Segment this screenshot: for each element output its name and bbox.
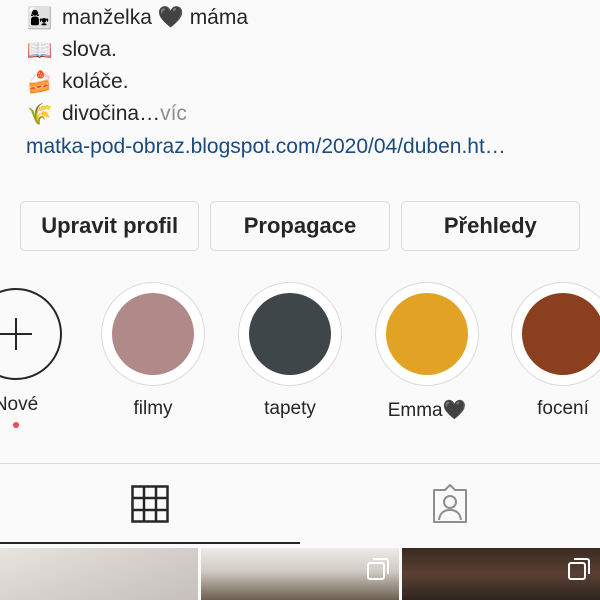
highlight-new[interactable]: Nové — [0, 282, 71, 428]
bio-text: manželka 🖤 máma — [62, 6, 249, 29]
story-highlights: Nové filmy tapety Emma🖤 focení — [0, 282, 600, 428]
new-indicator-dot — [13, 422, 19, 428]
highlight-cover — [112, 293, 194, 375]
edit-profile-button[interactable]: Upravit profil — [20, 201, 200, 251]
highlight-ring[interactable] — [511, 282, 600, 386]
highlight-cover — [386, 293, 468, 375]
wheat-emoji-icon: 🌾 — [26, 102, 54, 126]
insights-button[interactable]: Přehledy — [400, 201, 580, 251]
highlight-ring[interactable] — [375, 282, 479, 386]
multiple-posts-icon — [367, 558, 389, 580]
bio-more-link[interactable]: víc — [160, 98, 187, 130]
bio-line: 🌾 divočina… víc — [26, 98, 596, 130]
highlight-label: Nové — [0, 394, 39, 415]
highlight-item[interactable]: focení — [508, 282, 600, 420]
highlight-ring[interactable] — [238, 282, 342, 386]
tagged-person-icon — [433, 484, 467, 523]
highlight-label: filmy — [133, 398, 173, 419]
highlight-ring[interactable] — [101, 282, 205, 386]
highlight-item[interactable]: Emma🖤 — [372, 282, 482, 422]
post-thumbnail[interactable] — [402, 548, 600, 600]
bio-ellipsis: … — [139, 102, 161, 125]
highlight-cover — [249, 293, 331, 375]
bio-website-link[interactable]: matka-pod-obraz.blogspot.com/2020/04/dub… — [26, 133, 506, 161]
highlight-label: tapety — [264, 398, 316, 419]
family-emoji-icon: 👩‍👧 — [26, 6, 54, 30]
tab-tagged[interactable] — [300, 464, 600, 544]
posts-grid — [0, 548, 600, 600]
bio-line: 👩‍👧 manželka 🖤 máma — [26, 2, 596, 34]
active-tab-indicator — [0, 542, 300, 544]
highlight-cover — [522, 293, 600, 375]
bio-line: 📖 slova. — [26, 34, 596, 66]
post-thumbnail[interactable] — [201, 548, 399, 600]
highlight-label: Emma🖤 — [387, 400, 467, 421]
book-emoji-icon: 📖 — [26, 38, 54, 62]
new-highlight-circle[interactable] — [0, 288, 62, 380]
tab-grid[interactable] — [0, 464, 300, 544]
highlight-label: focení — [537, 398, 589, 419]
highlight-item[interactable]: filmy — [98, 282, 208, 420]
promotion-button[interactable]: Propagace — [210, 201, 390, 251]
post-thumbnail[interactable] — [0, 548, 198, 600]
profile-bio: 👩‍👧 manželka 🖤 máma 📖 slova. 🍰 koláče. 🌾… — [26, 0, 596, 130]
highlight-item[interactable]: tapety — [235, 282, 345, 420]
grid-icon — [131, 485, 169, 523]
cake-emoji-icon: 🍰 — [26, 70, 54, 94]
multiple-posts-icon — [568, 558, 590, 580]
plus-icon — [15, 318, 17, 350]
profile-actions: Upravit profil Propagace Přehledy — [20, 201, 580, 251]
bio-text: divočina — [62, 102, 140, 125]
bio-text: koláče. — [62, 70, 129, 93]
bio-line: 🍰 koláče. — [26, 66, 596, 98]
bio-text: slova. — [62, 38, 117, 61]
